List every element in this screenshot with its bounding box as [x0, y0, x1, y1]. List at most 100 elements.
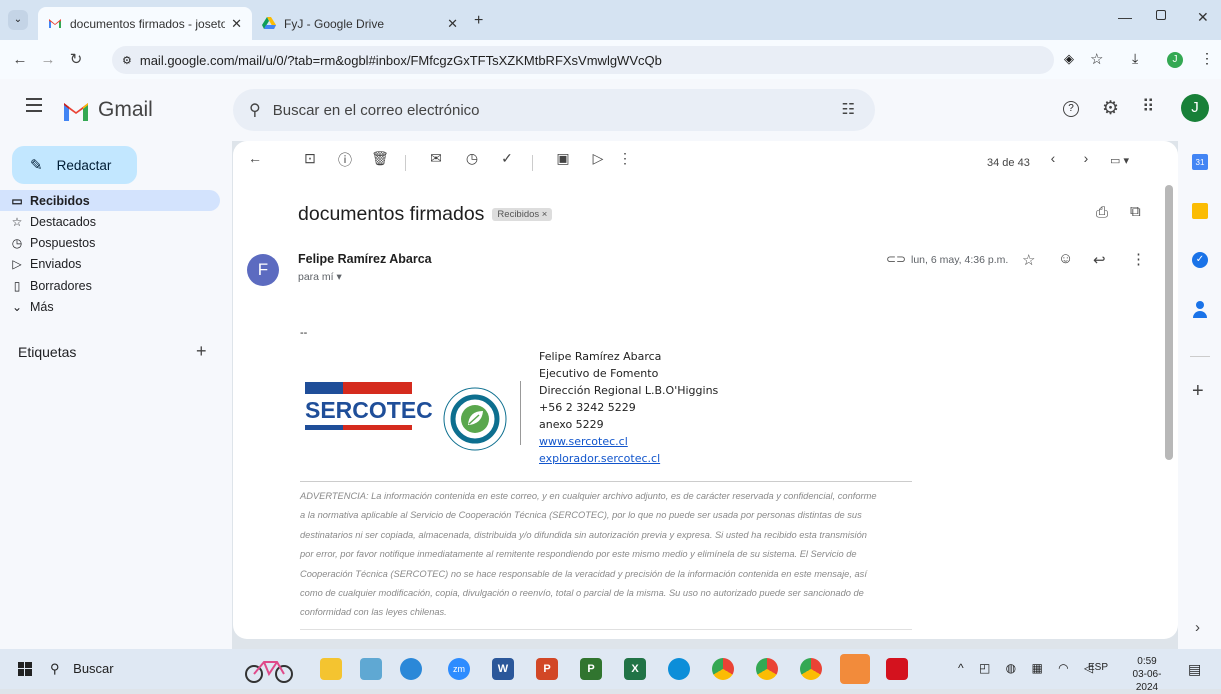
bookmark-star-icon[interactable]: ☆: [1090, 50, 1103, 68]
sidebar-item-starred[interactable]: ☆ Destacados: [0, 211, 220, 232]
close-icon[interactable]: ✕: [447, 16, 458, 32]
taskbar-search[interactable]: ⚲ Buscar: [50, 661, 114, 677]
forward-icon[interactable]: →: [34, 51, 62, 68]
settings-icon[interactable]: ⚙: [1102, 97, 1119, 120]
signature-extension: anexo 5229: [539, 418, 604, 431]
download-icon[interactable]: ⤓: [1132, 50, 1138, 67]
mark-unread-icon[interactable]: ✉: [426, 150, 446, 167]
get-addons-icon[interactable]: +: [1192, 380, 1204, 403]
chrome-profile-2-icon[interactable]: [800, 658, 822, 680]
sender-avatar[interactable]: F: [247, 254, 279, 286]
label-icon[interactable]: ▷: [588, 150, 608, 167]
edge-icon[interactable]: [668, 658, 690, 680]
sidebar-item-inbox[interactable]: ▭ Recibidos: [0, 190, 220, 211]
minimize-button[interactable]: —: [1118, 9, 1132, 25]
sidebar-item-more[interactable]: ⌄ Más: [0, 296, 220, 317]
gmail-logo[interactable]: Gmail: [62, 98, 153, 122]
new-tab-button[interactable]: +: [474, 12, 483, 30]
help-icon[interactable]: ?: [1063, 101, 1079, 117]
tab-gmail[interactable]: documentos firmados - josetor ✕: [38, 7, 252, 40]
expand-panel-icon[interactable]: ›: [1195, 619, 1200, 636]
sender-name[interactable]: Felipe Ramírez Abarca: [298, 252, 432, 266]
sercotec-link[interactable]: www.sercotec.cl: [539, 435, 628, 448]
scrollbar-thumb[interactable]: [1165, 185, 1173, 460]
main-menu-icon[interactable]: [26, 98, 42, 112]
notifications-icon[interactable]: ▤: [1188, 661, 1201, 678]
word-icon[interactable]: W: [492, 658, 514, 680]
excel-icon[interactable]: X: [624, 658, 646, 680]
sustainability-seal-icon: [441, 377, 509, 466]
sidebar-item-label: Destacados: [30, 214, 97, 229]
input-tools-icon[interactable]: ▭ ▾: [1110, 154, 1129, 167]
emoji-reaction-icon[interactable]: ☺: [1058, 250, 1073, 267]
older-icon[interactable]: ›: [1076, 150, 1096, 166]
apps-grid-icon[interactable]: ⠿: [1142, 97, 1154, 117]
compose-label: Redactar: [56, 157, 112, 173]
back-to-inbox-icon[interactable]: ←: [245, 150, 265, 166]
search-input[interactable]: Buscar en el correo electrónico: [273, 102, 480, 119]
zoom-icon[interactable]: zm: [448, 658, 470, 680]
reply-icon[interactable]: ↩: [1093, 251, 1106, 269]
compose-button[interactable]: ✎ Redactar: [12, 146, 137, 184]
side-panel-rail: 31 ✓ + ›: [1178, 141, 1221, 649]
signature-name: Felipe Ramírez Abarca: [539, 350, 662, 363]
reload-icon[interactable]: ↻: [62, 50, 90, 68]
search-bar[interactable]: ⚲ Buscar en el correo electrónico ☷: [233, 89, 875, 131]
add-task-icon[interactable]: ✓: [497, 150, 517, 167]
label-chip: Recibidos ×: [492, 208, 553, 221]
search-options-icon[interactable]: ☷: [842, 100, 855, 118]
eye-icon[interactable]: ◈: [1064, 51, 1074, 67]
message-more-icon[interactable]: ⋮: [1131, 250, 1146, 268]
pencil-icon: ✎: [30, 157, 43, 174]
star-message-icon[interactable]: ☆: [1022, 251, 1035, 269]
acrobat-icon[interactable]: [886, 658, 908, 680]
tab-search-button[interactable]: ⌄: [8, 10, 28, 30]
open-new-window-icon[interactable]: ⧉: [1130, 203, 1141, 220]
sidebar-item-drafts[interactable]: ▯ Borradores: [0, 275, 220, 296]
add-label-icon[interactable]: +: [196, 341, 207, 362]
recipient-row[interactable]: para mí ▾: [298, 271, 342, 283]
profile-avatar[interactable]: J: [1167, 52, 1183, 68]
control-panel-icon[interactable]: [360, 658, 382, 680]
close-icon[interactable]: ✕: [231, 16, 242, 32]
internet-explorer-icon[interactable]: [400, 658, 422, 680]
system-tray-icons[interactable]: ^ ◰ ◍ ▦ ◠ ◁: [958, 661, 1099, 675]
search-icon[interactable]: ⚲: [249, 100, 261, 120]
snooze-icon[interactable]: ◷: [462, 150, 482, 167]
sidebar-item-snoozed[interactable]: ◷ Pospuestos: [0, 232, 220, 253]
move-to-icon[interactable]: ▣: [553, 150, 573, 167]
browser-menu-icon[interactable]: ⋮: [1200, 50, 1214, 67]
site-info-icon[interactable]: ⚙: [122, 54, 132, 67]
chrome-icon[interactable]: [712, 658, 734, 680]
back-icon[interactable]: ←: [6, 51, 34, 68]
more-options-icon[interactable]: ⋮: [615, 150, 635, 167]
clock[interactable]: 0:59 03-06-2024: [1122, 655, 1172, 694]
project-icon[interactable]: P: [580, 658, 602, 680]
close-window-button[interactable]: ✕: [1197, 9, 1209, 26]
delete-icon[interactable]: 🗑: [370, 150, 390, 167]
powerpoint-icon[interactable]: P: [536, 658, 558, 680]
signature-office: Dirección Regional L.B.O'Higgins: [539, 384, 719, 397]
tab-drive[interactable]: FyJ - Google Drive ✕: [252, 7, 468, 40]
newer-icon[interactable]: ‹: [1043, 150, 1063, 166]
file-explorer-icon[interactable]: [320, 658, 342, 680]
contacts-icon[interactable]: [1192, 301, 1208, 319]
chrome-profile-icon[interactable]: [756, 658, 778, 680]
url-field[interactable]: ⚙ mail.google.com/mail/u/0/?tab=rm&ogbl#…: [112, 46, 1054, 74]
sidebar-item-label: Enviados: [30, 256, 82, 271]
language-indicator[interactable]: ESP: [1088, 662, 1108, 673]
app-icon[interactable]: [840, 654, 870, 684]
explorador-link[interactable]: explorador.sercotec.cl: [539, 452, 660, 465]
print-icon[interactable]: ⎙: [1096, 204, 1108, 221]
report-spam-icon[interactable]: ⓘ: [335, 150, 355, 170]
restore-button[interactable]: [1156, 10, 1166, 20]
keep-icon[interactable]: [1192, 203, 1208, 219]
calendar-icon[interactable]: 31: [1192, 154, 1208, 170]
tasks-icon[interactable]: ✓: [1192, 252, 1208, 268]
archive-icon[interactable]: ⊡: [300, 150, 320, 167]
toolbar-divider: [405, 155, 406, 171]
sidebar-item-sent[interactable]: ▷ Enviados: [0, 253, 220, 274]
windows-start-icon[interactable]: [18, 662, 32, 676]
remove-label-icon[interactable]: ×: [542, 209, 548, 220]
account-avatar[interactable]: J: [1181, 94, 1209, 122]
